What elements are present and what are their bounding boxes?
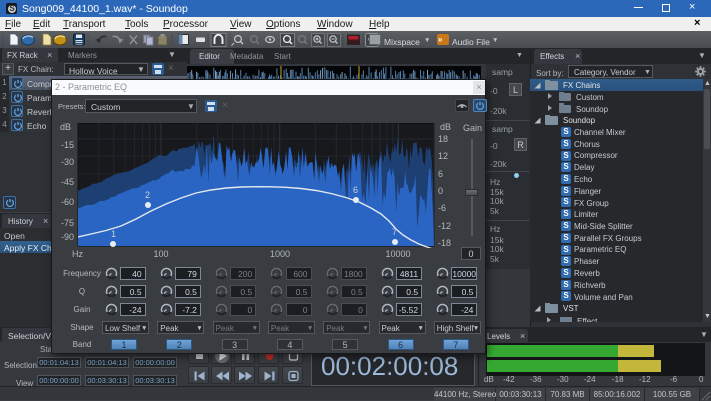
svg-text:1: 1 [111, 229, 116, 239]
svg-text:6: 6 [353, 185, 358, 195]
svg-text:7: 7 [392, 227, 397, 237]
svg-text:2: 2 [145, 190, 150, 200]
